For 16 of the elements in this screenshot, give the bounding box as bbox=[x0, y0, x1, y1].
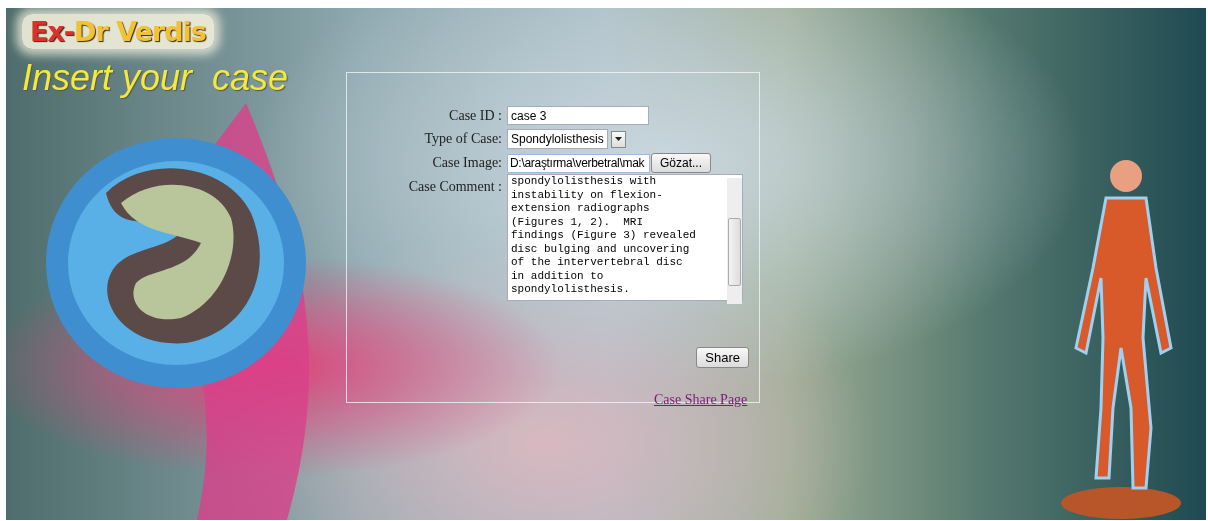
share-button[interactable]: Share bbox=[696, 347, 749, 368]
case-comment-label: Case Comment : bbox=[407, 178, 502, 195]
scrollbar[interactable] bbox=[727, 178, 742, 304]
logo-text: Dr Verdis bbox=[74, 16, 206, 47]
logo-text: Ex- bbox=[30, 16, 75, 47]
type-of-case-label: Type of Case: bbox=[423, 130, 502, 147]
file-path-field[interactable]: D:\araştırma\verbetral\mak bbox=[507, 153, 650, 173]
case-type-dropdown[interactable]: Spondylolisthesis bbox=[507, 129, 608, 149]
case-id-input[interactable]: case 3 bbox=[507, 106, 649, 125]
comment-textarea[interactable]: spondylolisthesis with instability on flexion- extension radiographs (Figures 1, 2). MRI findings (Figure 3) revealed disc bulging and uncovering of the intervertebral disc in addition to spondylolisthesis. bbox=[507, 174, 743, 301]
case-id-label: Case ID : bbox=[448, 107, 502, 124]
dropdown-caret-icon[interactable] bbox=[610, 130, 626, 148]
browse-button[interactable]: Gözat... bbox=[651, 153, 712, 173]
case-share-page-link[interactable]: Case Share Page bbox=[654, 392, 748, 407]
page-heading: Insert your case bbox=[22, 57, 290, 99]
case-image-label: Case Image: bbox=[431, 154, 502, 171]
